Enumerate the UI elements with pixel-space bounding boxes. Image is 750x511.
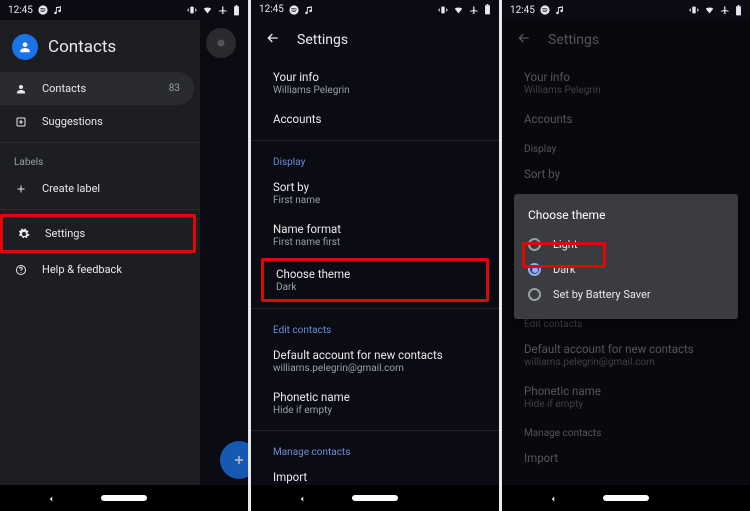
nav-spacer xyxy=(193,493,203,503)
theme-option-battery[interactable]: Set by Battery Saver xyxy=(528,282,724,307)
status-time: 12:45 xyxy=(259,4,284,15)
setting-accounts[interactable]: Accounts xyxy=(251,104,499,134)
setting-choose-theme[interactable]: Choose theme Dark xyxy=(261,258,489,302)
divider xyxy=(251,308,499,309)
phone-screen-2: 12:45 Settings Your info Williams Pelegr… xyxy=(251,0,499,511)
theme-option-dark[interactable]: Dark xyxy=(528,257,724,282)
contact-avatar-peek xyxy=(206,28,236,58)
contacts-count: 83 xyxy=(169,83,180,94)
settings-list: Your info Williams Pelegrin Accounts Dis… xyxy=(251,60,499,486)
status-bar: 12:45 xyxy=(502,0,750,20)
navigation-drawer: Contacts Contacts 83 Suggestions Labels … xyxy=(0,20,200,485)
drawer-item-settings[interactable]: Settings xyxy=(0,214,196,253)
status-bar: 12:45 xyxy=(0,0,248,20)
battery-icon xyxy=(233,5,240,16)
nav-home-pill[interactable] xyxy=(101,495,147,501)
drawer-item-label: Suggestions xyxy=(42,115,103,128)
section-edit-contacts: Edit contacts xyxy=(251,315,499,340)
setting-phonetic-name[interactable]: Phonetic name Hide if empty xyxy=(251,382,499,424)
drawer-item-contacts[interactable]: Contacts 83 xyxy=(0,72,194,105)
setting-default-account[interactable]: Default account for new contacts william… xyxy=(251,340,499,382)
airplane-icon xyxy=(469,5,479,15)
battery-icon xyxy=(735,5,742,16)
setting-import[interactable]: Import xyxy=(251,462,499,486)
nav-home-pill[interactable] xyxy=(352,495,398,501)
system-nav-bar xyxy=(0,485,248,511)
radio-icon xyxy=(528,263,541,276)
main-area-behind-drawer xyxy=(200,20,248,485)
nav-back-icon[interactable] xyxy=(548,489,558,508)
wifi-icon xyxy=(202,5,213,15)
phone-screen-3: 12:45 Settings Your infoWilliams Pelegri… xyxy=(502,0,750,511)
setting-sort-by[interactable]: Sort by First name xyxy=(251,172,499,214)
battery-icon xyxy=(484,4,491,15)
divider xyxy=(0,209,200,210)
music-icon xyxy=(555,5,565,15)
settings-header: Settings xyxy=(251,20,499,60)
contacts-app-icon xyxy=(12,34,38,60)
airplane-icon xyxy=(720,5,730,15)
choose-theme-dialog: Choose theme Light Dark Set by Battery S… xyxy=(514,194,738,319)
drawer-item-label: Create label xyxy=(42,182,100,195)
radio-icon xyxy=(528,238,541,251)
spotify-icon xyxy=(38,5,48,15)
gear-icon xyxy=(17,228,31,240)
radio-label: Light xyxy=(553,238,577,251)
section-manage-contacts: Manage contacts xyxy=(251,437,499,462)
back-arrow-icon[interactable] xyxy=(265,30,281,50)
vibrate-icon xyxy=(689,5,699,15)
app-title: Contacts xyxy=(48,37,116,57)
radio-label: Set by Battery Saver xyxy=(553,288,651,301)
spotify-icon xyxy=(289,5,299,15)
dialog-title: Choose theme xyxy=(528,208,724,222)
vibrate-icon xyxy=(438,5,448,15)
radio-label: Dark xyxy=(553,263,576,276)
section-display: Display xyxy=(251,147,499,172)
drawer-item-help[interactable]: Help & feedback xyxy=(0,253,200,286)
nav-home-pill[interactable] xyxy=(603,495,649,501)
status-time: 12:45 xyxy=(510,5,535,16)
system-nav-bar xyxy=(251,485,499,511)
nav-spacer xyxy=(695,493,705,503)
phone-screen-1: 12:45 xyxy=(0,0,248,511)
spotify-icon xyxy=(540,5,550,15)
drawer-item-create-label[interactable]: Create label xyxy=(0,172,200,205)
vibrate-icon xyxy=(187,5,197,15)
settings-title: Settings xyxy=(297,32,348,48)
radio-icon xyxy=(528,288,541,301)
theme-option-light[interactable]: Light xyxy=(528,232,724,257)
app-header: Contacts xyxy=(0,20,200,72)
help-icon xyxy=(14,264,28,276)
nav-spacer xyxy=(444,493,454,503)
music-icon xyxy=(304,5,314,15)
nav-back-icon[interactable] xyxy=(297,489,307,508)
add-contact-fab[interactable] xyxy=(220,441,248,479)
setting-your-info[interactable]: Your info Williams Pelegrin xyxy=(251,62,499,104)
drawer-item-label: Settings xyxy=(45,227,85,240)
plus-icon xyxy=(14,183,28,195)
divider xyxy=(251,140,499,141)
nav-back-icon[interactable] xyxy=(46,489,56,508)
status-bar: 12:45 xyxy=(251,0,499,20)
person-icon xyxy=(14,83,28,95)
system-nav-bar xyxy=(502,485,750,511)
drawer-item-label: Help & feedback xyxy=(42,263,122,276)
wifi-icon xyxy=(704,5,715,15)
music-icon xyxy=(53,5,63,15)
suggestions-icon xyxy=(14,116,28,128)
divider xyxy=(0,142,200,143)
divider xyxy=(251,430,499,431)
wifi-icon xyxy=(453,5,464,15)
drawer-item-label: Contacts xyxy=(42,82,86,95)
setting-name-format[interactable]: Name format First name first xyxy=(251,214,499,256)
drawer-item-suggestions[interactable]: Suggestions xyxy=(0,105,200,138)
labels-section-header: Labels xyxy=(0,147,200,172)
status-time: 12:45 xyxy=(8,5,33,16)
airplane-icon xyxy=(218,5,228,15)
